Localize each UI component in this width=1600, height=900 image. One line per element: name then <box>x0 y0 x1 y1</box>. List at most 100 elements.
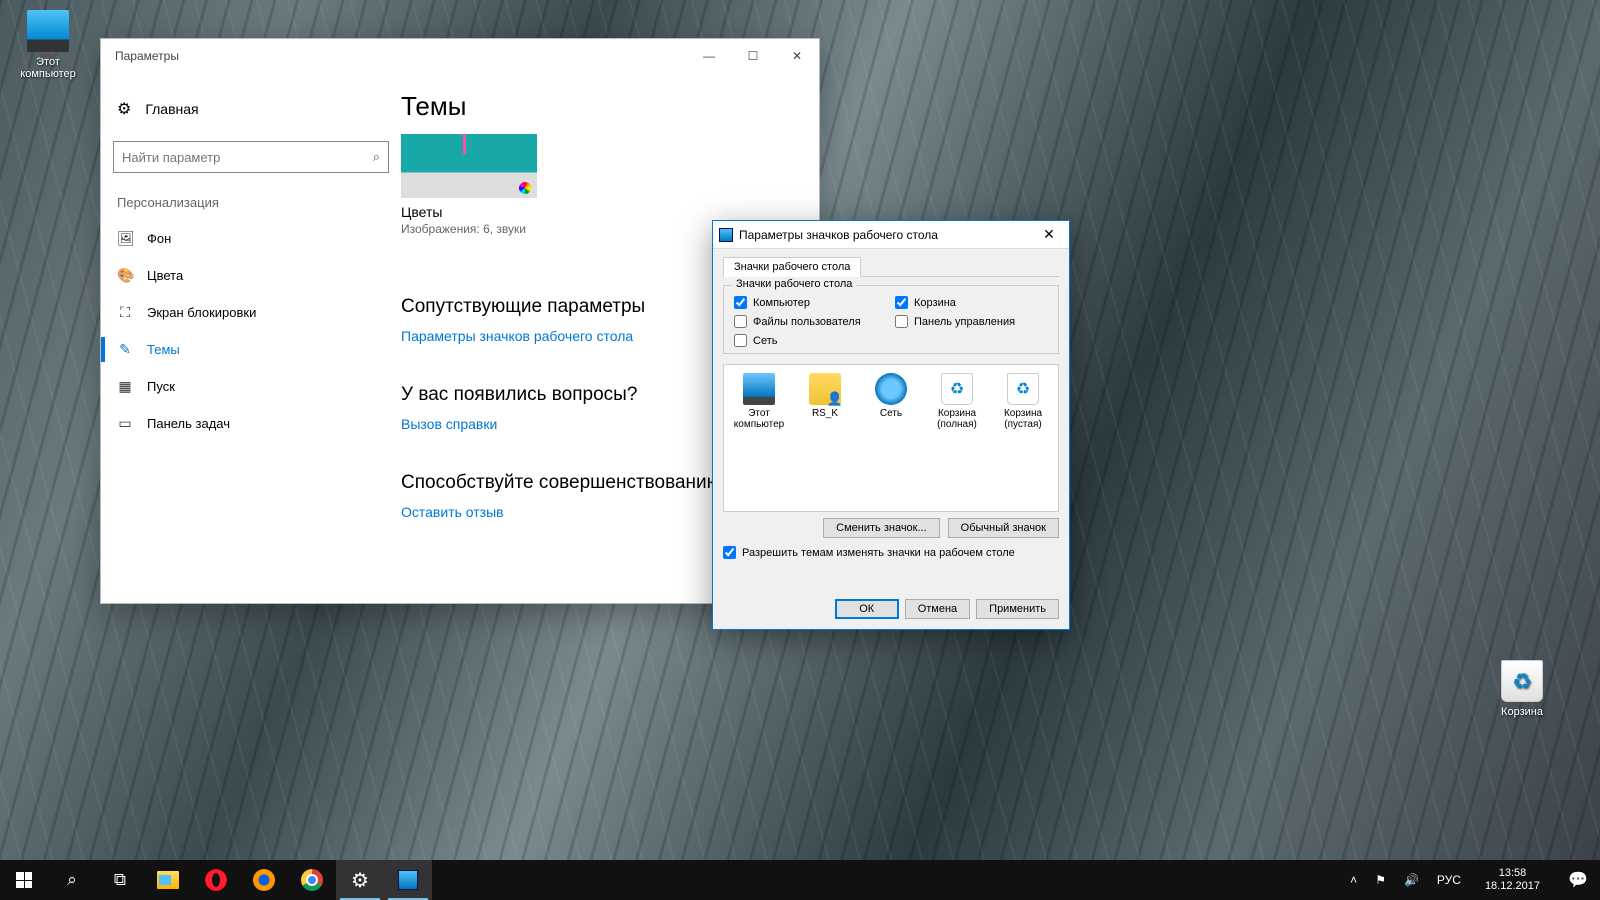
desktop-icon-label: Корзина <box>1501 706 1543 718</box>
recycle-bin-icon <box>1501 660 1543 702</box>
tab-desktop-icons[interactable]: Значки рабочего стола <box>723 257 861 277</box>
checkbox-computer[interactable]: Компьютер <box>734 296 887 309</box>
pc-icon <box>743 373 775 405</box>
ok-button[interactable]: ОК <box>835 599 899 619</box>
minimize-button[interactable]: — <box>687 41 731 71</box>
nav-label: Темы <box>147 342 180 357</box>
taskbar-desktop-icons-dialog[interactable] <box>384 860 432 900</box>
section-label: Персонализация <box>107 191 395 220</box>
apply-button[interactable]: Применить <box>976 599 1059 619</box>
default-icon-button[interactable]: Обычный значок <box>948 518 1059 538</box>
dialog-close-button[interactable]: ✕ <box>1029 221 1069 249</box>
taskbar-explorer[interactable] <box>144 860 192 900</box>
taskbar: ⌕ ⧉ ⚙ ˄ ⚑ 🔊 РУС 13:58 18.12.2017 💬 <box>0 860 1600 900</box>
checkbox-input[interactable] <box>734 334 747 347</box>
window-titlebar[interactable]: Параметры — ☐ ✕ <box>101 39 819 73</box>
search-icon: ⌕ <box>67 870 77 890</box>
tray-language[interactable]: РУС <box>1433 873 1465 887</box>
desktop-icon-recycle-bin[interactable]: Корзина <box>1484 660 1560 718</box>
taskbar-firefox[interactable] <box>240 860 288 900</box>
desktop-icon-this-pc[interactable]: Этот компьютер <box>10 10 86 80</box>
user-folder-icon <box>809 373 841 405</box>
search-button[interactable]: ⌕ <box>48 860 96 900</box>
brush-icon: ✎ <box>117 341 133 358</box>
file-explorer-icon <box>157 871 179 889</box>
monitor-icon <box>398 870 418 890</box>
search-input[interactable] <box>122 150 373 165</box>
palette-icon: 🎨 <box>117 267 133 284</box>
clock-time: 13:58 <box>1485 867 1540 880</box>
checkbox-input[interactable] <box>723 546 736 559</box>
checkbox-network[interactable]: Сеть <box>734 334 887 347</box>
checkbox-control-panel[interactable]: Панель управления <box>895 315 1048 328</box>
desktop-icon-settings-dialog: Параметры значков рабочего стола ✕ Значк… <box>712 220 1070 630</box>
search-box[interactable]: ⌕ <box>113 141 389 173</box>
taskbar-icon: ▭ <box>117 415 133 432</box>
checkbox-input[interactable] <box>734 315 747 328</box>
lock-icon: ⛶ <box>117 304 133 321</box>
tray-overflow-button[interactable]: ˄ <box>1346 873 1361 887</box>
cancel-button[interactable]: Отмена <box>905 599 970 619</box>
icons-groupbox: Значки рабочего стола Компьютер Корзина … <box>723 285 1059 354</box>
checkbox-recycle-bin[interactable]: Корзина <box>895 296 1048 309</box>
nav-themes[interactable]: ✎ Темы <box>107 331 395 368</box>
checkbox-input[interactable] <box>895 315 908 328</box>
checkbox-allow-themes[interactable]: Разрешить темам изменять значки на рабоч… <box>723 546 1059 559</box>
taskbar-settings[interactable]: ⚙ <box>336 860 384 900</box>
taskbar-chrome[interactable] <box>288 860 336 900</box>
nav-lock-screen[interactable]: ⛶ Экран блокировки <box>107 294 395 331</box>
checkbox-user-files[interactable]: Файлы пользователя <box>734 315 887 328</box>
search-icon: ⌕ <box>373 149 380 165</box>
tab-strip: Значки рабочего стола <box>723 257 1059 277</box>
nav-label: Пуск <box>147 379 175 394</box>
recycle-bin-empty-icon <box>1007 373 1039 405</box>
task-view-icon: ⧉ <box>114 870 126 890</box>
preview-user[interactable]: RS_K <box>798 373 852 430</box>
home-button[interactable]: ⚙ Главная <box>107 91 395 127</box>
clock-date: 18.12.2017 <box>1485 880 1540 893</box>
windows-logo-icon <box>16 872 32 888</box>
home-label: Главная <box>145 101 198 117</box>
change-icon-button[interactable]: Сменить значок... <box>823 518 940 538</box>
group-legend: Значки рабочего стола <box>732 278 856 290</box>
nav-background[interactable]: 🖼 Фон <box>107 220 395 257</box>
task-view-button[interactable]: ⧉ <box>96 860 144 900</box>
preview-this-pc[interactable]: Этот компьютер <box>732 373 786 430</box>
preview-network[interactable]: Сеть <box>864 373 918 430</box>
preview-bin-empty[interactable]: Корзина (пустая) <box>996 373 1050 430</box>
nav-label: Экран блокировки <box>147 305 256 320</box>
tray-security-icon[interactable]: ⚑ <box>1371 873 1390 887</box>
network-icon <box>875 373 907 405</box>
nav-colors[interactable]: 🎨 Цвета <box>107 257 395 294</box>
nav-label: Фон <box>147 231 171 246</box>
start-button[interactable] <box>0 860 48 900</box>
notification-icon: 💬 <box>1568 870 1588 890</box>
recycle-bin-full-icon <box>941 373 973 405</box>
close-button[interactable]: ✕ <box>775 41 819 71</box>
gear-icon: ⚙ <box>117 99 131 119</box>
nav-label: Цвета <box>147 268 183 283</box>
tray-volume-icon[interactable]: 🔊 <box>1400 873 1423 887</box>
gear-icon: ⚙ <box>351 868 369 893</box>
maximize-button[interactable]: ☐ <box>731 41 775 71</box>
preview-bin-full[interactable]: Корзина (полная) <box>930 373 984 430</box>
checkbox-input[interactable] <box>734 296 747 309</box>
dialog-titlebar[interactable]: Параметры значков рабочего стола ✕ <box>713 221 1069 249</box>
desktop-icon-label: Этот компьютер <box>20 56 75 80</box>
system-tray: ˄ ⚑ 🔊 РУС 13:58 18.12.2017 <box>1340 867 1556 893</box>
firefox-icon <box>253 869 275 891</box>
dialog-icon <box>719 228 733 242</box>
image-icon: 🖼 <box>117 230 133 247</box>
nav-start[interactable]: ▦ Пуск <box>107 368 395 405</box>
window-title: Параметры <box>115 49 179 63</box>
page-heading: Темы <box>401 91 795 122</box>
pc-icon <box>27 10 69 52</box>
taskbar-clock[interactable]: 13:58 18.12.2017 <box>1475 867 1550 893</box>
nav-taskbar[interactable]: ▭ Панель задач <box>107 405 395 442</box>
action-center-button[interactable]: 💬 <box>1556 860 1600 900</box>
nav-label: Панель задач <box>147 416 230 431</box>
taskbar-opera[interactable] <box>192 860 240 900</box>
theme-thumbnail[interactable] <box>401 134 537 198</box>
icon-preview-area: Этот компьютер RS_K Сеть Корзина (полная… <box>723 364 1059 512</box>
checkbox-input[interactable] <box>895 296 908 309</box>
